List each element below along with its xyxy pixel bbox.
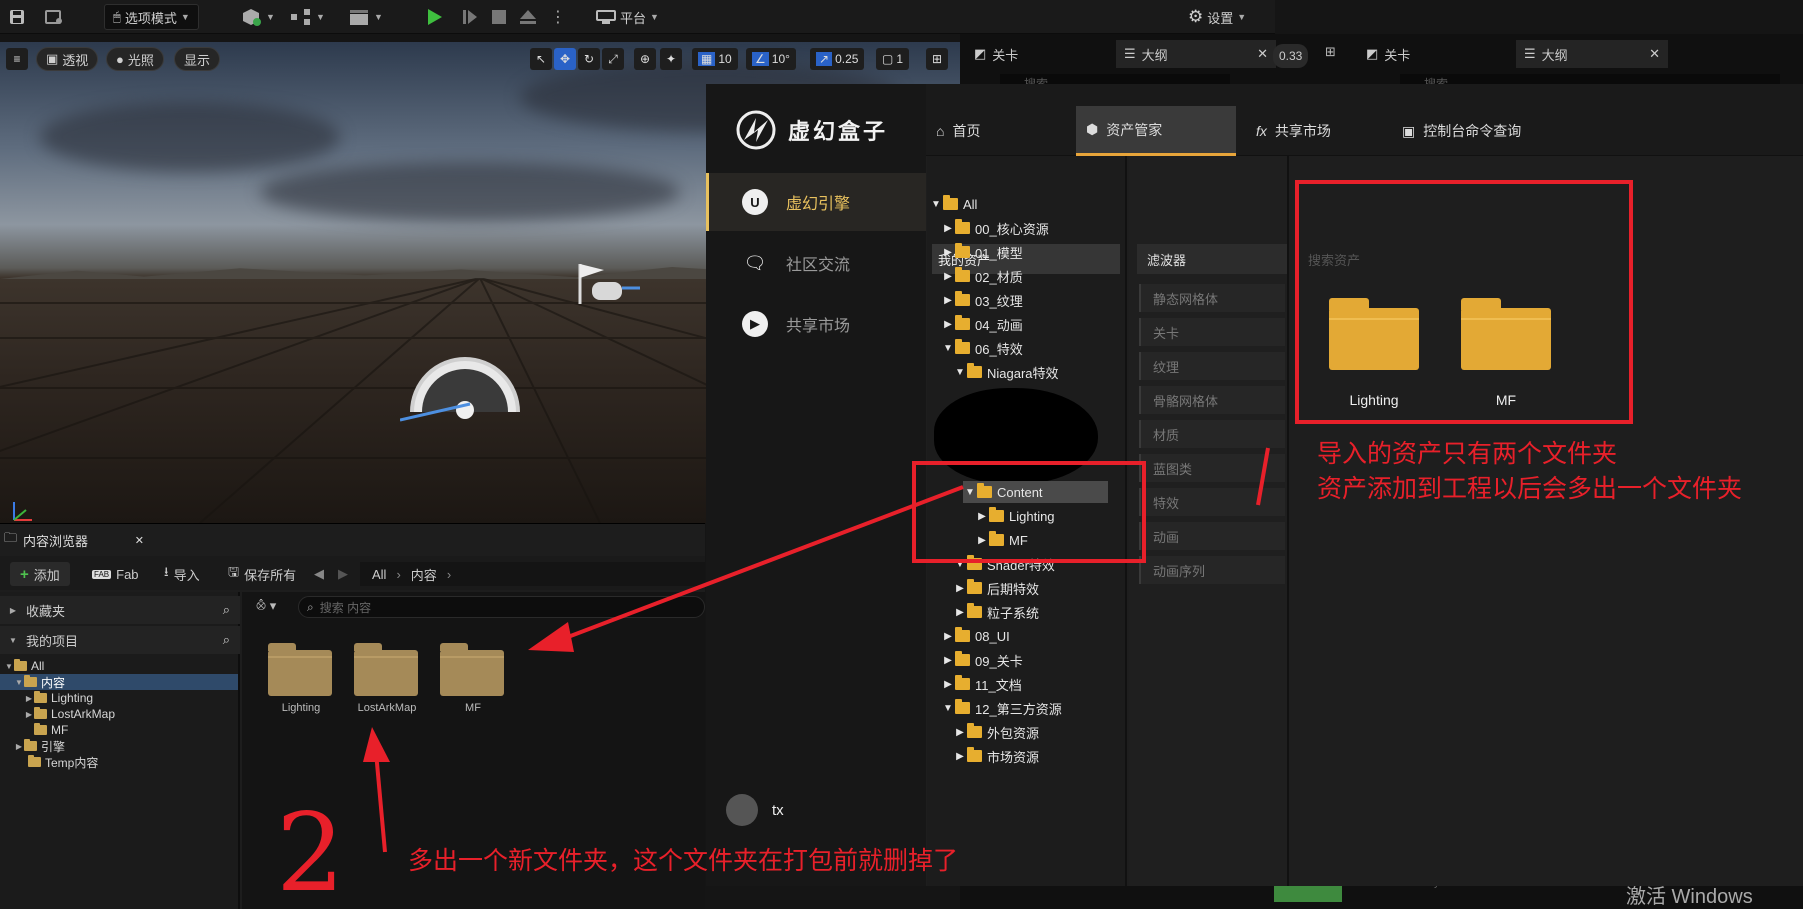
arrow-line [374, 751, 387, 853]
arrow-line [559, 485, 964, 642]
annotation-arrows [363, 447, 1270, 853]
windows-activation-watermark: 激活 Windows [1626, 886, 1753, 908]
annotation-slash [1256, 447, 1270, 506]
arrow-head [363, 727, 390, 762]
screen: 🖱 选项模式 ▼ ▼ ▼ ▼ ⋮ 平台 ▼ ⚙ 设置 ▼ ≡ ▣ 透视 ● 光照… [0, 0, 1803, 909]
arrow-head [528, 622, 574, 652]
